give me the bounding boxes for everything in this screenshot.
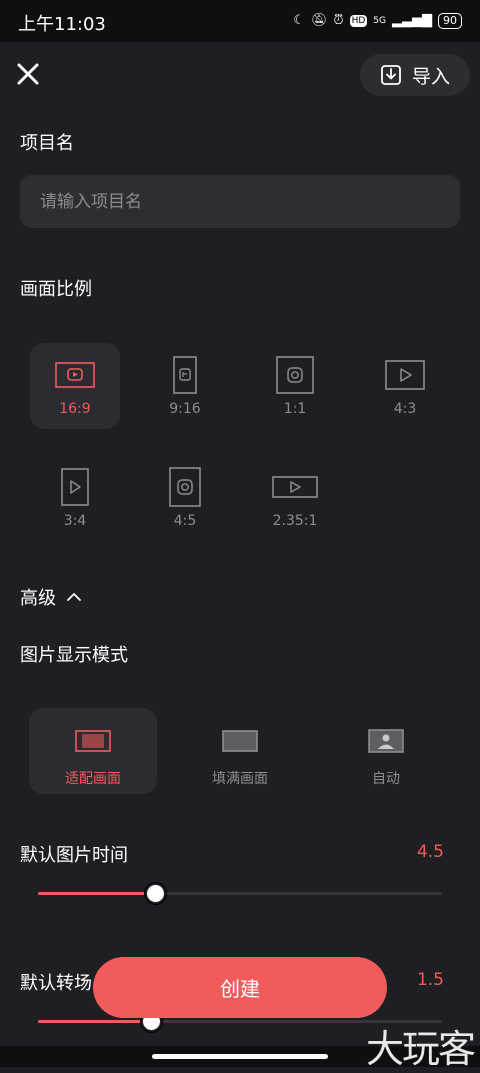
play-widescreen-icon bbox=[272, 476, 318, 498]
status-bar: 上午11:03 ☾ 🔕︎ ⏰︎ HD 5G ▂▃▅▇ 90 bbox=[0, 0, 480, 42]
chevron-up-icon bbox=[67, 593, 81, 601]
instagram-portrait-icon bbox=[169, 467, 201, 507]
advanced-label: 高级 bbox=[20, 588, 56, 609]
display-mode-option-label: 适配画面 bbox=[65, 771, 121, 787]
project-name-input[interactable] bbox=[20, 175, 460, 228]
fill-image-icon bbox=[222, 730, 258, 752]
ratio-option-4-3[interactable]: 4:3 bbox=[360, 343, 450, 429]
close-icon bbox=[17, 63, 39, 85]
network-label: 5G bbox=[373, 16, 386, 26]
instagram-square-icon bbox=[276, 356, 314, 394]
default-transition-value: 1.5 bbox=[416, 970, 444, 990]
home-indicator[interactable] bbox=[152, 1054, 328, 1059]
project-name-label: 项目名 bbox=[20, 133, 74, 154]
moon-icon: ☾ bbox=[293, 13, 305, 28]
ratio-option-2-35-1[interactable]: 2.35:1 bbox=[250, 455, 340, 541]
display-mode-auto[interactable]: 自动 bbox=[322, 708, 450, 794]
ratio-label: 2.35:1 bbox=[272, 513, 318, 529]
ratio-option-16-9[interactable]: 16:9 bbox=[30, 343, 120, 429]
ratio-option-9-16[interactable]: 9:16 bbox=[140, 343, 230, 429]
alarm-icon: ⏰︎ bbox=[333, 13, 344, 28]
ratio-option-4-5[interactable]: 4:5 bbox=[140, 455, 230, 541]
default-transition-label: 默认转场 bbox=[20, 973, 92, 994]
import-label: 导入 bbox=[411, 65, 450, 88]
signal-icon: ▂▃▅▇ bbox=[392, 13, 432, 28]
ratio-label: 3:4 bbox=[63, 513, 87, 529]
ratio-label: 16:9 bbox=[59, 401, 91, 417]
play-portrait-icon bbox=[61, 468, 89, 506]
status-time: 上午11:03 bbox=[18, 14, 106, 35]
display-mode-option-label: 自动 bbox=[372, 771, 400, 787]
display-mode-label: 图片显示模式 bbox=[20, 645, 128, 666]
ratio-label: 1:1 bbox=[283, 401, 307, 417]
fit-image-icon bbox=[75, 730, 111, 752]
default-image-time-slider[interactable] bbox=[38, 883, 442, 904]
project-name-field[interactable] bbox=[20, 175, 460, 228]
display-mode-option-label: 填满画面 bbox=[212, 771, 268, 787]
ratio-option-1-1[interactable]: 1:1 bbox=[250, 343, 340, 429]
status-icons: ☾ 🔕︎ ⏰︎ HD 5G ▂▃▅▇ 90 bbox=[293, 10, 462, 32]
ratio-label: 9:16 bbox=[169, 401, 201, 417]
youtube-landscape-icon bbox=[55, 362, 95, 388]
play-landscape-icon bbox=[385, 360, 425, 390]
slider-fill bbox=[38, 1020, 152, 1023]
advanced-toggle[interactable]: 高级 bbox=[20, 584, 82, 610]
default-image-time-value: 4.5 bbox=[416, 842, 444, 862]
battery-indicator: 90 bbox=[438, 13, 462, 29]
display-mode-fit[interactable]: 适配画面 bbox=[29, 708, 157, 794]
slider-thumb[interactable] bbox=[145, 883, 167, 904]
slider-fill bbox=[38, 892, 156, 895]
ratio-option-3-4[interactable]: 3:4 bbox=[30, 455, 120, 541]
mute-icon: 🔕︎ bbox=[310, 13, 328, 28]
close-button[interactable] bbox=[14, 58, 42, 90]
default-image-time-label: 默认图片时间 bbox=[20, 845, 128, 866]
ratio-label: 4:5 bbox=[173, 513, 197, 529]
import-button[interactable]: 导入 bbox=[360, 54, 470, 96]
ratio-label: 4:3 bbox=[393, 401, 417, 417]
hd-badge: HD bbox=[349, 15, 368, 27]
create-button[interactable]: 创建 bbox=[93, 957, 387, 1018]
import-icon bbox=[381, 65, 401, 85]
tiktok-portrait-icon bbox=[173, 356, 197, 394]
watermark: 大玩客 bbox=[365, 1027, 476, 1071]
display-mode-fill[interactable]: 填满画面 bbox=[176, 708, 304, 794]
aspect-ratio-label: 画面比例 bbox=[20, 279, 92, 300]
auto-image-icon bbox=[368, 729, 404, 753]
